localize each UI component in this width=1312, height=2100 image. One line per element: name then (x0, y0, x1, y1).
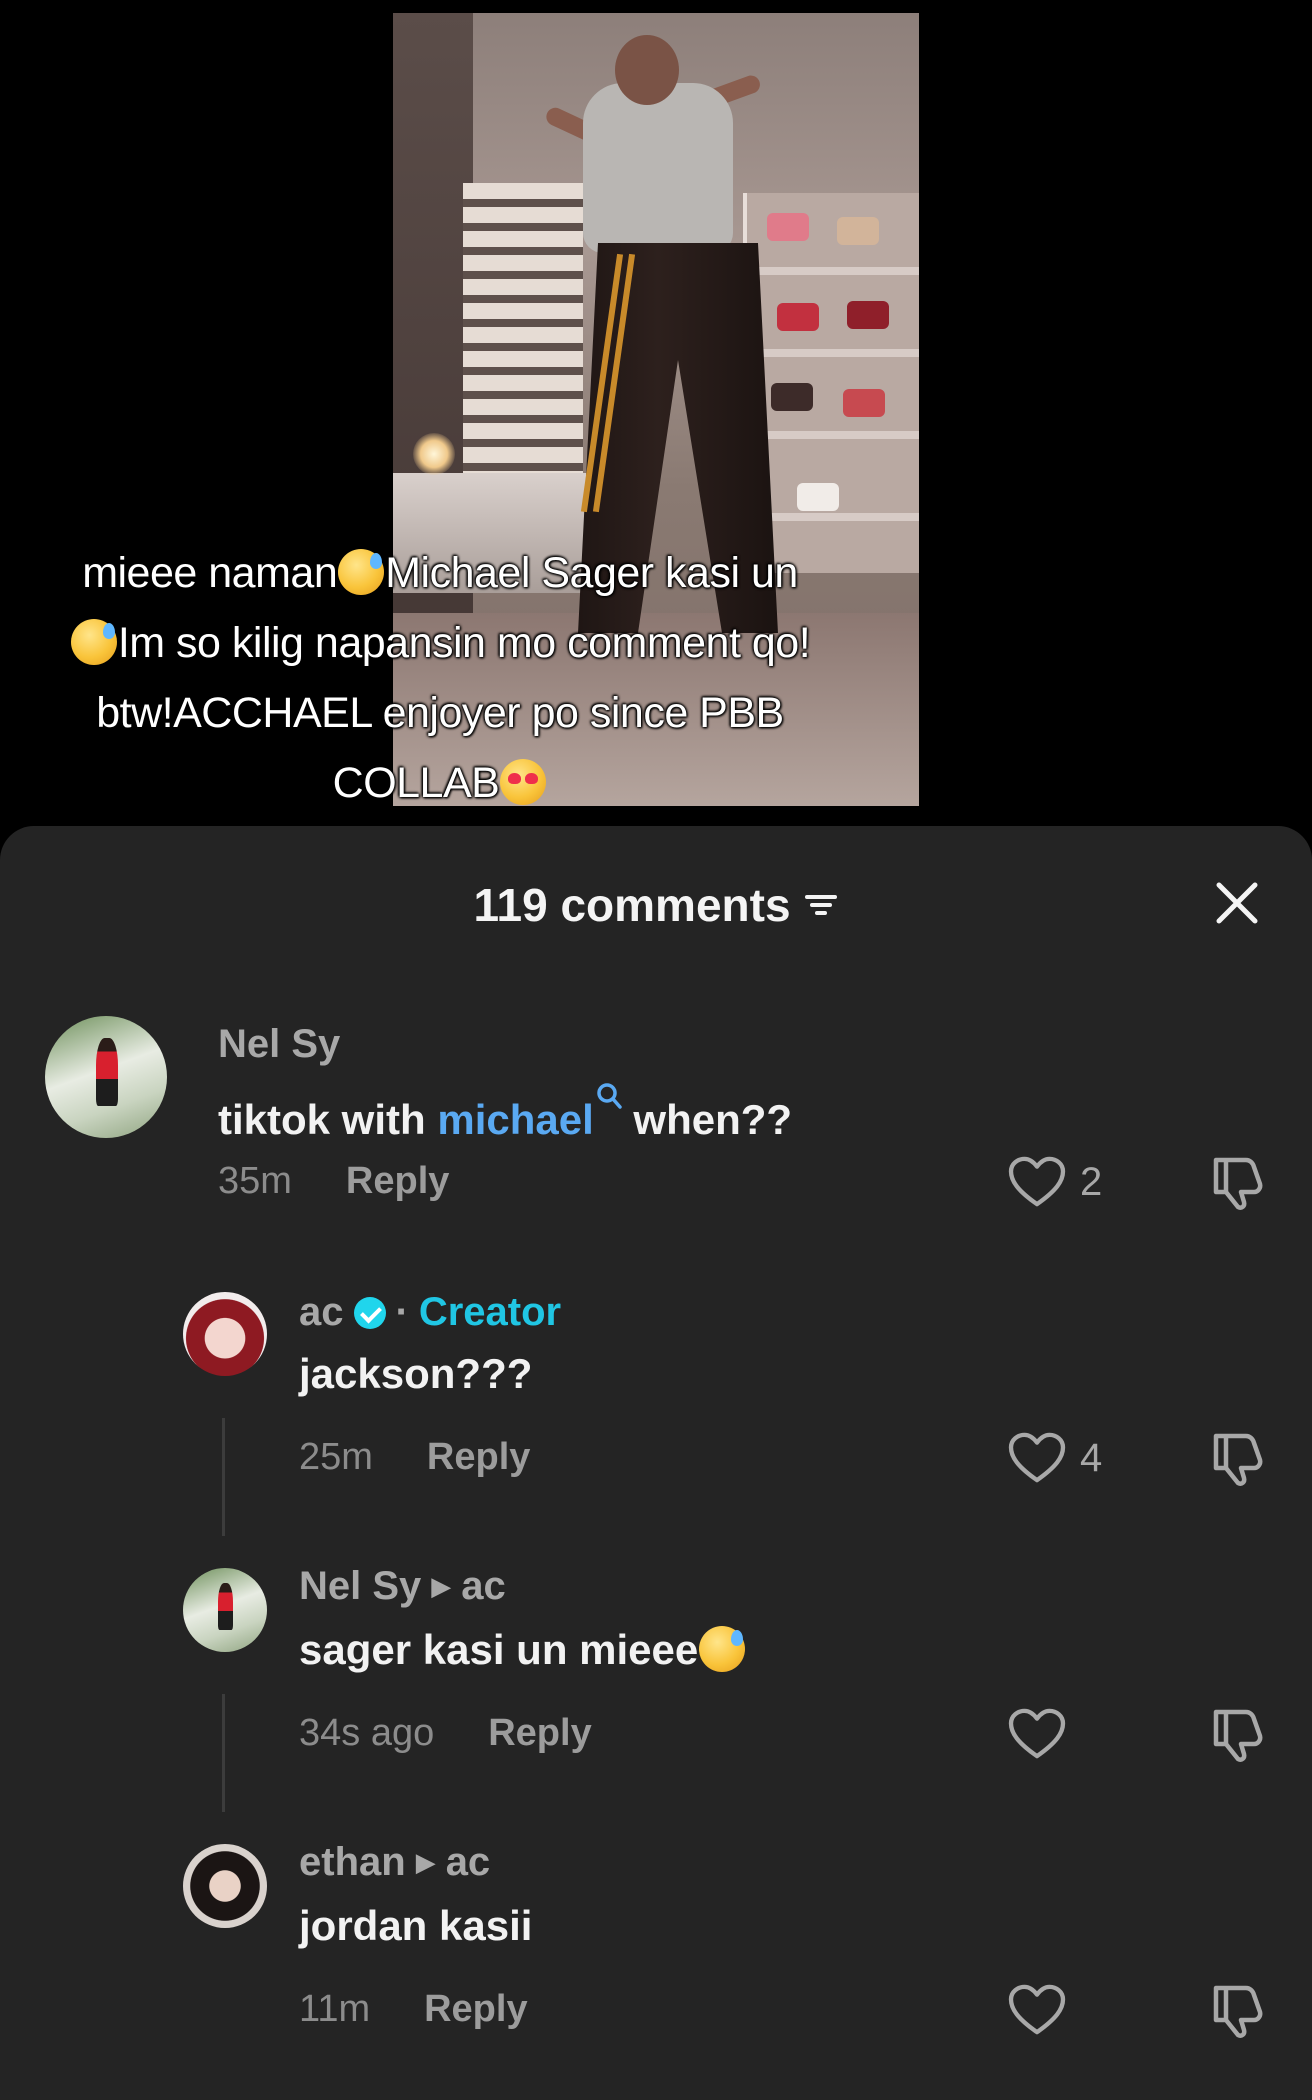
sweat-smile-emoji-icon (699, 1626, 746, 1672)
reply-button[interactable]: Reply (427, 1436, 530, 1479)
avatar[interactable] (183, 1292, 267, 1376)
comment-meta: 25m Reply (299, 1436, 530, 1479)
comment-text: jackson??? (299, 1350, 533, 1397)
like-count: 4 (1080, 1435, 1103, 1480)
comment-text: tiktok with michael when?? (218, 1082, 792, 1144)
comment-time: 34s ago (299, 1712, 435, 1754)
heart-eyes-emoji-icon (500, 759, 547, 805)
thread-line (222, 1694, 225, 1812)
comment-time: 35m (218, 1160, 292, 1202)
comment-author[interactable]: Nel Sy ▶ ac (299, 1564, 506, 1609)
caption-line: btw!ACCHAEL enjoyer po since PBB (96, 689, 784, 737)
heart-icon (1008, 1708, 1066, 1759)
dislike-icon[interactable] (1206, 1706, 1264, 1764)
reply-to-name[interactable]: ac (461, 1564, 506, 1609)
like-button[interactable]: 2 (1008, 1156, 1102, 1208)
reply-button[interactable]: Reply (346, 1160, 449, 1203)
like-button[interactable] (1008, 1984, 1080, 2036)
comment-author[interactable]: ethan ▶ ac (299, 1840, 490, 1885)
reply-to-arrow-icon: ▶ (431, 1571, 452, 1601)
like-count: 2 (1080, 1159, 1103, 1204)
caption-line: mieee naman Michael Sager kasi un (82, 549, 798, 597)
sweat-smile-emoji-icon (70, 619, 117, 665)
caption-line: Im so kilig napansin mo comment qo! (20, 608, 860, 678)
reply-item: ethan ▶ ac jordan kasii 11m Reply (0, 1840, 1312, 2084)
dislike-icon[interactable] (1206, 1982, 1264, 2040)
video-person (583, 83, 733, 253)
video-caption: mieee naman Michael Sager kasi un Im so k… (20, 538, 860, 818)
like-button[interactable] (1008, 1708, 1080, 1760)
close-icon (1216, 882, 1258, 924)
heart-icon (1008, 1156, 1066, 1207)
dislike-icon[interactable] (1206, 1430, 1264, 1488)
creator-label: Creator (418, 1290, 562, 1334)
like-button[interactable]: 4 (1008, 1432, 1102, 1484)
avatar[interactable] (183, 1568, 267, 1652)
close-button[interactable] (1210, 876, 1264, 930)
comment-author[interactable]: Nel Sy (218, 1022, 340, 1067)
reply-button[interactable]: Reply (424, 1988, 527, 2031)
comment-time: 25m (299, 1436, 373, 1478)
video-player[interactable]: mieee naman Michael Sager kasi un Im so k… (0, 0, 1312, 830)
comment-text: jordan kasii (299, 1902, 533, 1949)
thread-line (222, 1418, 225, 1536)
comment-meta: 34s ago Reply (299, 1712, 592, 1755)
caption-line: COLLAB (20, 748, 860, 818)
comment-meta: 35m Reply (218, 1160, 449, 1203)
verified-badge-icon (353, 1296, 386, 1329)
comment-author[interactable]: ac · Creator (299, 1290, 561, 1335)
comment-text: sager kasi un mieee (299, 1626, 746, 1674)
sort-icon[interactable] (803, 890, 839, 920)
avatar[interactable] (45, 1016, 167, 1138)
comments-header: 119 comments (0, 826, 1312, 976)
reply-item: ac · Creator jackson??? 25m Reply 4 (0, 1290, 1312, 1552)
video-window-blinds (463, 183, 583, 483)
video-lamp (413, 433, 455, 475)
dislike-icon[interactable] (1206, 1154, 1264, 1212)
reply-button[interactable]: Reply (488, 1712, 591, 1755)
video-person-head (615, 35, 679, 105)
heart-icon (1008, 1984, 1066, 2035)
reply-to-arrow-icon: ▶ (415, 1847, 436, 1877)
search-icon[interactable] (596, 1082, 622, 1112)
comment-item: Nel Sy tiktok with michael when?? 35m Re… (0, 1016, 1312, 1236)
heart-icon (1008, 1432, 1066, 1483)
comments-count-title[interactable]: 119 comments (0, 878, 1312, 932)
mention-link[interactable]: michael (437, 1096, 593, 1143)
reply-item: Nel Sy ▶ ac sager kasi un mieee 34s ago … (0, 1564, 1312, 1828)
comment-meta: 11m Reply (299, 1988, 528, 2031)
comments-sheet[interactable]: 119 comments Nel Sy tiktok with michael … (0, 826, 1312, 2100)
reply-to-name[interactable]: ac (446, 1840, 491, 1885)
avatar[interactable] (183, 1844, 267, 1928)
comment-time: 11m (299, 1988, 371, 2030)
sweat-smile-emoji-icon (338, 549, 385, 595)
